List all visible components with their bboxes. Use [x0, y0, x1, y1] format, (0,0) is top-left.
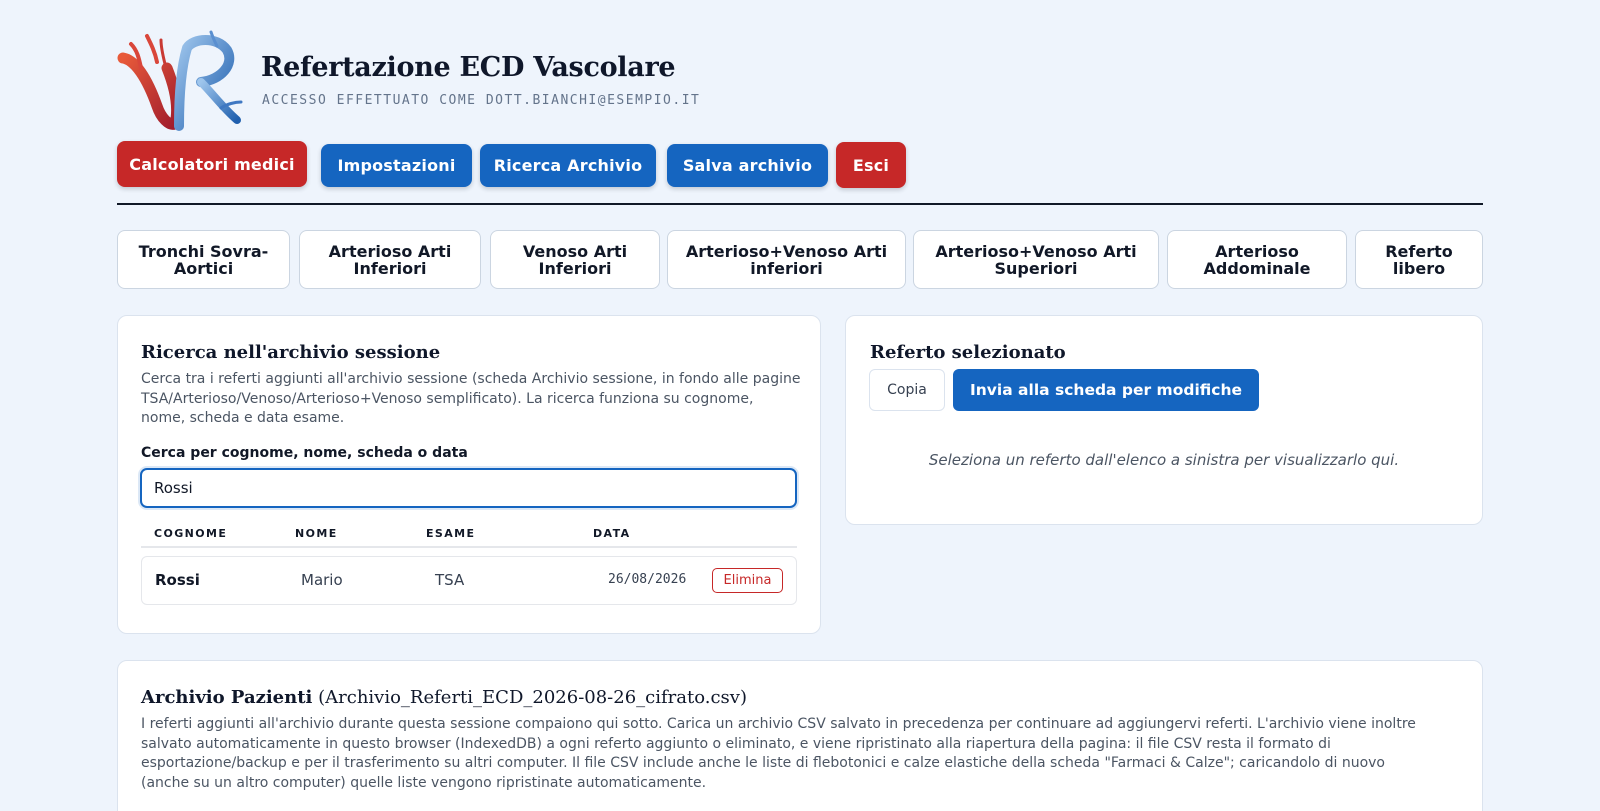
cell-data: 26/08/2026	[608, 572, 687, 587]
tab-arterioso-arti-inferiori[interactable]: Arterioso Arti Inferiori	[299, 230, 481, 289]
vascular-vr-logo-icon	[117, 30, 243, 131]
tab-arterioso-venoso-inferiori[interactable]: Arterioso+Venoso Arti inferiori	[667, 230, 906, 289]
cell-cognome: Rossi	[155, 571, 200, 589]
archive-search-panel: Ricerca nell'archivio sessione Cerca tra…	[117, 315, 821, 634]
tab-tronchi-sovra-aortici[interactable]: Tronchi Sovra-Aortici	[117, 230, 290, 289]
selected-report-panel: Referto selezionato Copia Invia alla sch…	[845, 315, 1483, 525]
tab-arterioso-addominale[interactable]: Arterioso Addominale	[1167, 230, 1347, 289]
tab-venoso-arti-inferiori[interactable]: Venoso Arti Inferiori	[490, 230, 660, 289]
column-header-data: DATA	[593, 527, 631, 540]
cell-esame: TSA	[435, 571, 465, 589]
save-archive-button[interactable]: Salva archivio	[667, 144, 828, 187]
empty-selection-message: Seleziona un referto dall'elenco a sinis…	[928, 451, 1400, 469]
logout-button[interactable]: Esci	[836, 142, 906, 188]
selected-panel-title: Referto selezionato	[870, 342, 1066, 363]
search-label: Cerca per cognome, nome, scheda o data	[141, 445, 468, 461]
medical-calculators-button[interactable]: Calcolatori medici	[117, 141, 307, 187]
column-header-cognome: COGNOME	[154, 527, 228, 540]
cell-nome: Mario	[301, 571, 343, 589]
tab-arterioso-venoso-superiori[interactable]: Arterioso+Venoso Arti Superiori	[913, 230, 1159, 289]
column-header-esame: ESAME	[426, 527, 476, 540]
delete-button[interactable]: Elimina	[712, 568, 783, 593]
tab-referto-libero[interactable]: Referto libero	[1355, 230, 1483, 289]
archive-file-name: (Archivio_Referti_ECD_2026-08-26_cifrato…	[318, 687, 747, 708]
search-archive-button[interactable]: Ricerca Archivio	[480, 144, 656, 187]
archive-panel-description: I referti aggiunti all'archivio durante …	[141, 716, 1416, 791]
table-row[interactable]: Rossi Mario TSA 26/08/2026 Elimina	[141, 556, 797, 605]
copy-button[interactable]: Copia	[869, 369, 945, 411]
archive-panel-title: Archivio Pazienti (Archivio_Referti_ECD_…	[141, 687, 747, 708]
logged-in-user: ACCESSO EFFETTUATO COME DOTT.BIANCHI@ESE…	[262, 93, 701, 108]
search-panel-description: Cerca tra i referti aggiunti all'archivi…	[141, 371, 801, 426]
settings-button[interactable]: Impostazioni	[321, 144, 472, 187]
send-to-form-button[interactable]: Invia alla scheda per modifiche	[953, 369, 1259, 411]
app-title: Refertazione ECD Vascolare	[261, 52, 676, 83]
header-divider	[117, 203, 1483, 205]
column-header-nome: NOME	[295, 527, 338, 540]
results-table-header: COGNOME NOME ESAME DATA	[141, 524, 797, 548]
app-header: Refertazione ECD Vascolare ACCESSO EFFET…	[117, 28, 817, 134]
archive-title-label: Archivio Pazienti	[141, 687, 313, 708]
search-input[interactable]	[140, 468, 797, 508]
search-panel-title: Ricerca nell'archivio sessione	[141, 342, 441, 363]
patient-archive-panel: Archivio Pazienti (Archivio_Referti_ECD_…	[117, 660, 1483, 811]
